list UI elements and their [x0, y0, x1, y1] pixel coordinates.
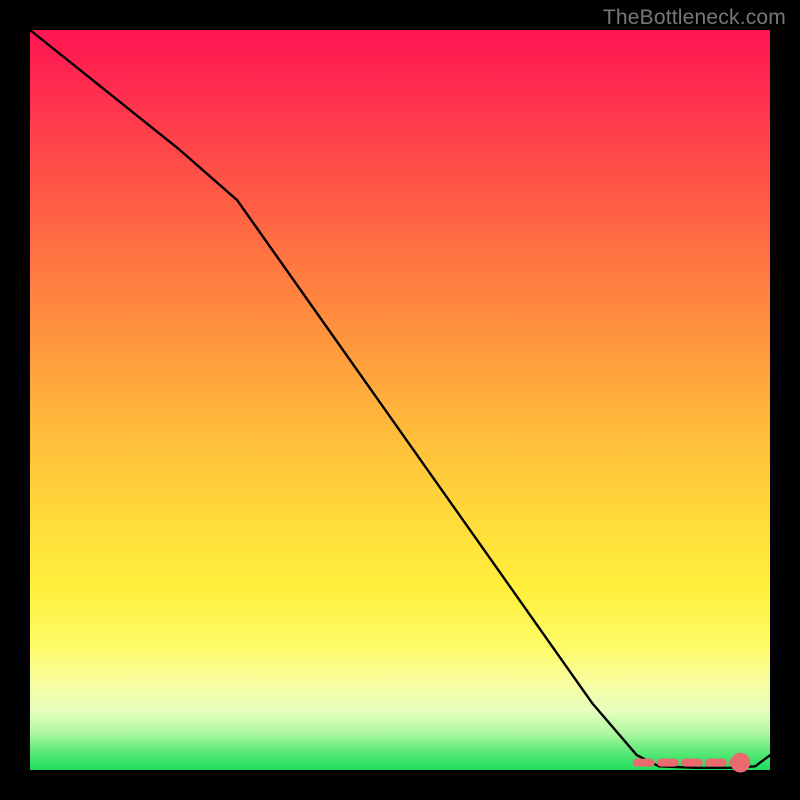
chart-overlay [30, 30, 770, 770]
watermark-text: TheBottleneck.com [603, 6, 786, 30]
end-dot-icon [731, 753, 751, 773]
chart-frame: TheBottleneck.com [0, 0, 800, 800]
main-curve [30, 30, 770, 768]
